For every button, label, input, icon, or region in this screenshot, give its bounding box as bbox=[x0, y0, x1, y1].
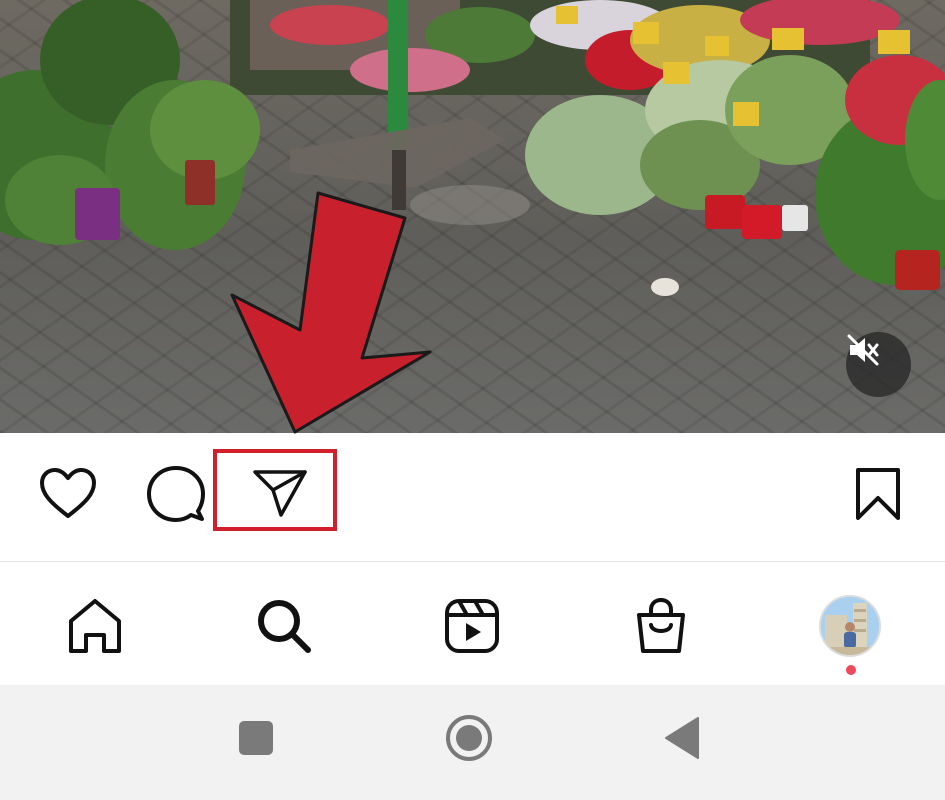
shopping-bag-icon bbox=[637, 597, 685, 653]
nav-reels[interactable] bbox=[432, 586, 512, 666]
speech-bubble-icon bbox=[147, 466, 205, 522]
mute-toggle-button[interactable] bbox=[846, 332, 911, 397]
system-navigation-bar bbox=[0, 685, 945, 800]
system-back-button[interactable] bbox=[664, 716, 700, 765]
home-icon bbox=[69, 599, 121, 653]
heart-outline-icon bbox=[40, 468, 96, 518]
recents-button[interactable] bbox=[238, 720, 274, 761]
home-circle-icon bbox=[446, 715, 492, 761]
bookmark-outline-icon bbox=[856, 468, 900, 520]
recents-square-icon bbox=[239, 721, 273, 755]
profile-notification-dot bbox=[846, 665, 856, 675]
post-action-bar bbox=[0, 433, 945, 561]
bottom-navigation bbox=[0, 561, 945, 685]
share-highlight-box bbox=[213, 449, 337, 531]
profile-avatar bbox=[819, 595, 881, 657]
like-button[interactable] bbox=[36, 463, 100, 525]
nav-search[interactable] bbox=[244, 586, 324, 666]
avatar-photo bbox=[821, 597, 879, 655]
nav-home[interactable] bbox=[55, 586, 135, 666]
system-home-button[interactable] bbox=[444, 713, 494, 768]
flower-market-scene bbox=[0, 0, 945, 296]
reels-icon bbox=[445, 599, 499, 653]
post-video[interactable] bbox=[0, 0, 945, 433]
back-triangle-icon bbox=[665, 717, 699, 759]
nav-profile[interactable] bbox=[810, 586, 890, 666]
search-icon bbox=[258, 600, 311, 653]
nav-shop[interactable] bbox=[621, 586, 701, 666]
speaker-muted-icon bbox=[847, 334, 879, 366]
save-button[interactable] bbox=[848, 461, 908, 527]
caption-preview bbox=[48, 551, 608, 561]
comment-button[interactable] bbox=[144, 461, 208, 527]
